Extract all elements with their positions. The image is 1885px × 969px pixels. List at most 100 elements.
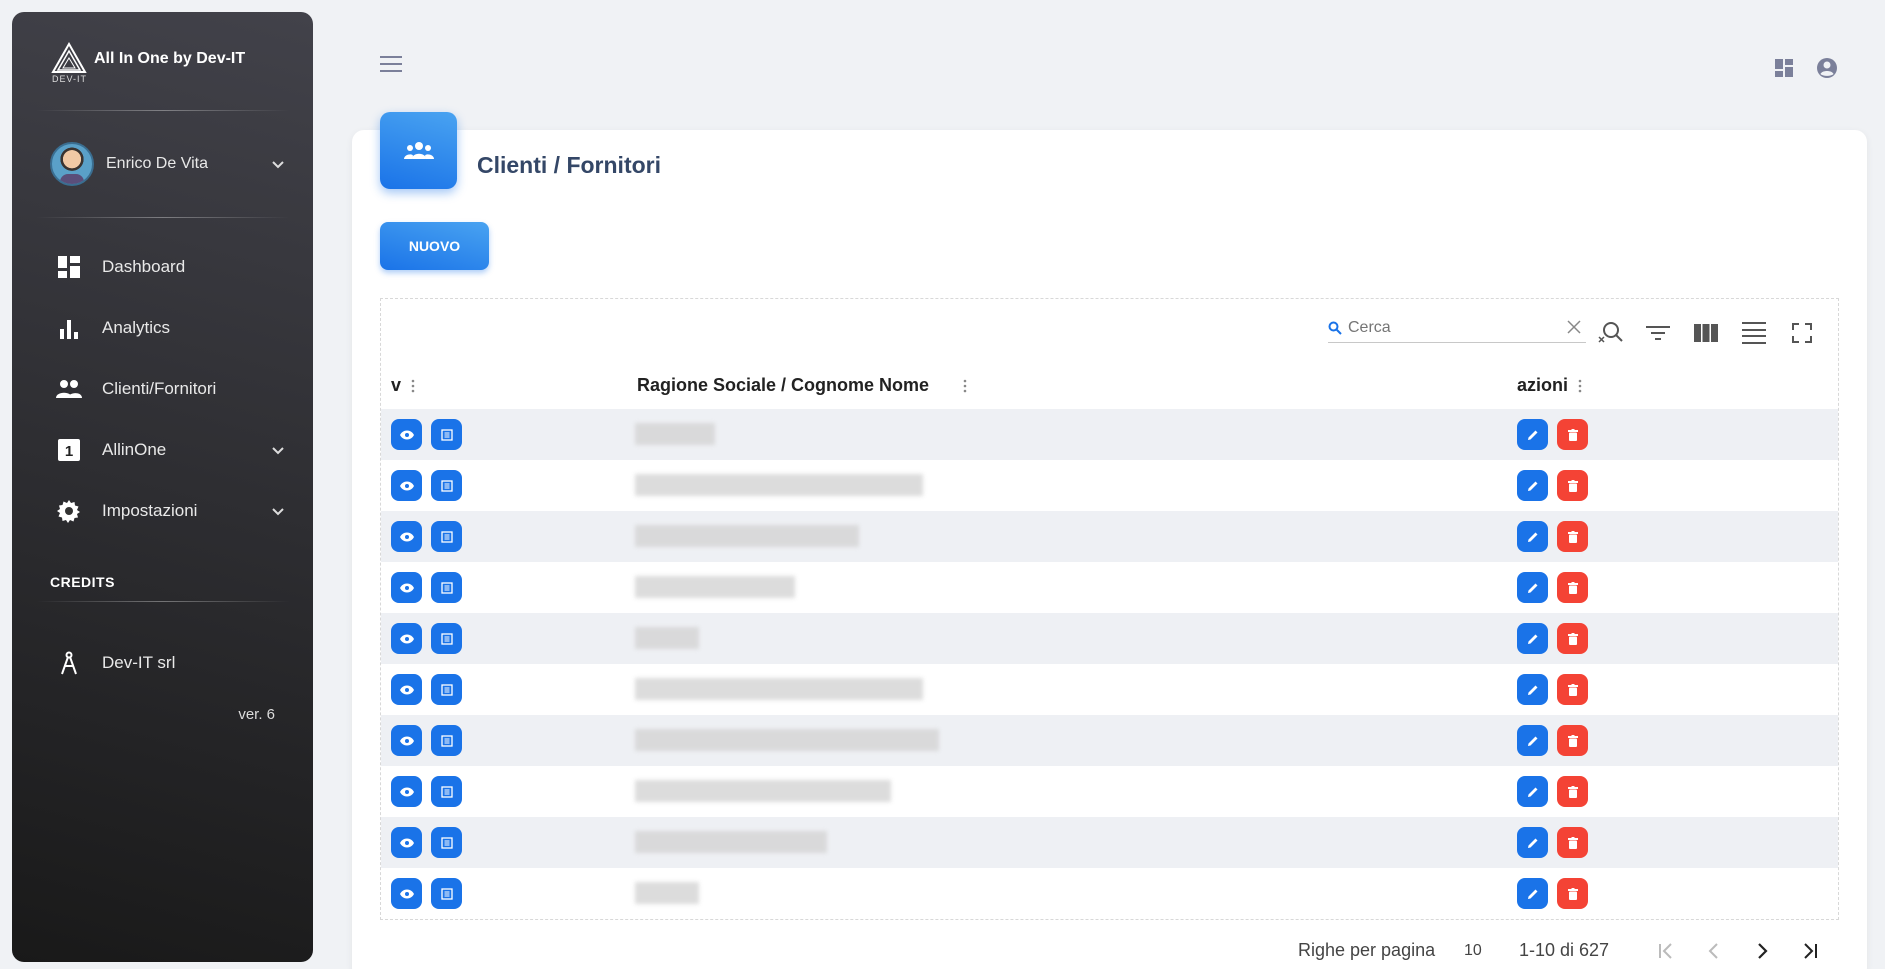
view-button[interactable]	[391, 419, 422, 450]
column-header-v[interactable]: v	[391, 375, 415, 396]
delete-button[interactable]	[1557, 776, 1588, 807]
table-row[interactable]	[381, 715, 1838, 766]
eye-icon	[399, 838, 414, 847]
first-page-icon[interactable]	[1655, 940, 1677, 962]
edit-button[interactable]	[1517, 521, 1548, 552]
clear-search-icon[interactable]	[1596, 319, 1624, 347]
edit-button[interactable]	[1517, 623, 1548, 654]
edit-button[interactable]	[1517, 827, 1548, 858]
fullscreen-icon[interactable]	[1788, 319, 1816, 347]
delete-button[interactable]	[1557, 725, 1588, 756]
column-menu-icon[interactable]	[411, 379, 415, 393]
dashboard-icon[interactable]	[1772, 56, 1796, 80]
details-button[interactable]	[431, 623, 462, 654]
previous-page-icon[interactable]	[1703, 940, 1725, 962]
delete-button[interactable]	[1557, 827, 1588, 858]
view-button[interactable]	[391, 878, 422, 909]
pencil-icon	[1527, 532, 1537, 542]
table-row[interactable]	[381, 409, 1838, 460]
brand[interactable]: DEV-IT All In One by Dev-IT	[50, 41, 245, 86]
columns-icon[interactable]	[1692, 319, 1720, 347]
search-input[interactable]	[1348, 318, 1548, 337]
menu-icon[interactable]	[380, 54, 404, 74]
document-icon	[440, 887, 453, 900]
table-row[interactable]	[381, 613, 1838, 664]
document-icon	[440, 785, 453, 798]
redacted-name	[635, 423, 715, 445]
search-icon	[1328, 321, 1342, 335]
sidebar-item-clienti-fornitori[interactable]: Clienti/Fornitori	[56, 371, 286, 407]
details-button[interactable]	[431, 470, 462, 501]
rows-per-page-select[interactable]: 10	[1464, 942, 1482, 960]
delete-button[interactable]	[1557, 572, 1588, 603]
column-menu-icon[interactable]	[1578, 379, 1582, 393]
details-button[interactable]	[431, 572, 462, 603]
user-menu[interactable]: Enrico De Vita	[50, 142, 286, 186]
table-row[interactable]	[381, 511, 1838, 562]
details-button[interactable]	[431, 521, 462, 552]
pencil-icon	[1527, 889, 1537, 899]
delete-button[interactable]	[1557, 419, 1588, 450]
sidebar-item-dev-it[interactable]: Dev-IT srl	[56, 645, 286, 681]
sidebar-item-label: AllinOne	[102, 440, 167, 459]
column-header-azioni[interactable]: azioni	[1517, 375, 1582, 396]
view-button[interactable]	[391, 470, 422, 501]
trash-icon	[1567, 887, 1578, 900]
edit-button[interactable]	[1517, 878, 1548, 909]
table-row[interactable]	[381, 460, 1838, 511]
sidebar-item-impostazioni[interactable]: Impostazioni	[56, 493, 286, 529]
filter-icon[interactable]	[1644, 319, 1672, 347]
document-icon	[440, 632, 453, 645]
pencil-icon	[1527, 430, 1537, 440]
column-menu-icon[interactable]	[963, 379, 967, 393]
edit-button[interactable]	[1517, 572, 1548, 603]
details-button[interactable]	[431, 827, 462, 858]
trash-icon	[1567, 734, 1578, 747]
divider	[36, 601, 290, 602]
view-button[interactable]	[391, 674, 422, 705]
pencil-icon	[1527, 583, 1537, 593]
details-button[interactable]	[431, 419, 462, 450]
sidebar-item-allinone[interactable]: 1 AllinOne	[56, 432, 286, 468]
table-row[interactable]	[381, 562, 1838, 613]
table-row[interactable]	[381, 766, 1838, 817]
density-icon[interactable]	[1740, 319, 1768, 347]
edit-button[interactable]	[1517, 674, 1548, 705]
search-box[interactable]	[1328, 313, 1586, 343]
dashboard-icon	[56, 254, 82, 280]
sidebar-item-label: Analytics	[102, 318, 171, 337]
delete-button[interactable]	[1557, 521, 1588, 552]
account-circle-icon[interactable]	[1815, 56, 1839, 80]
close-icon[interactable]	[1566, 319, 1582, 335]
table-row[interactable]	[381, 868, 1838, 919]
delete-button[interactable]	[1557, 470, 1588, 501]
next-page-icon[interactable]	[1751, 940, 1773, 962]
view-button[interactable]	[391, 725, 422, 756]
view-button[interactable]	[391, 827, 422, 858]
last-page-icon[interactable]	[1799, 940, 1821, 962]
details-button[interactable]	[431, 725, 462, 756]
table-row[interactable]	[381, 664, 1838, 715]
sidebar-item-dashboard[interactable]: Dashboard	[56, 249, 286, 285]
details-button[interactable]	[431, 674, 462, 705]
details-button[interactable]	[431, 878, 462, 909]
delete-button[interactable]	[1557, 674, 1588, 705]
sidebar-item-label: Dashboard	[102, 257, 186, 276]
edit-button[interactable]	[1517, 776, 1548, 807]
rows-per-page-label: Righe per pagina	[1298, 940, 1436, 960]
view-button[interactable]	[391, 521, 422, 552]
edit-button[interactable]	[1517, 470, 1548, 501]
sidebar-item-analytics[interactable]: Analytics	[56, 310, 286, 346]
edit-button[interactable]	[1517, 419, 1548, 450]
view-button[interactable]	[391, 623, 422, 654]
table-row[interactable]	[381, 817, 1838, 868]
column-header-ragione-sociale[interactable]: Ragione Sociale / Cognome Nome	[637, 375, 967, 396]
new-button[interactable]: NUOVO	[380, 222, 489, 270]
delete-button[interactable]	[1557, 623, 1588, 654]
view-button[interactable]	[391, 776, 422, 807]
details-button[interactable]	[431, 776, 462, 807]
view-button[interactable]	[391, 572, 422, 603]
chevron-down-icon	[272, 447, 284, 455]
edit-button[interactable]	[1517, 725, 1548, 756]
delete-button[interactable]	[1557, 878, 1588, 909]
